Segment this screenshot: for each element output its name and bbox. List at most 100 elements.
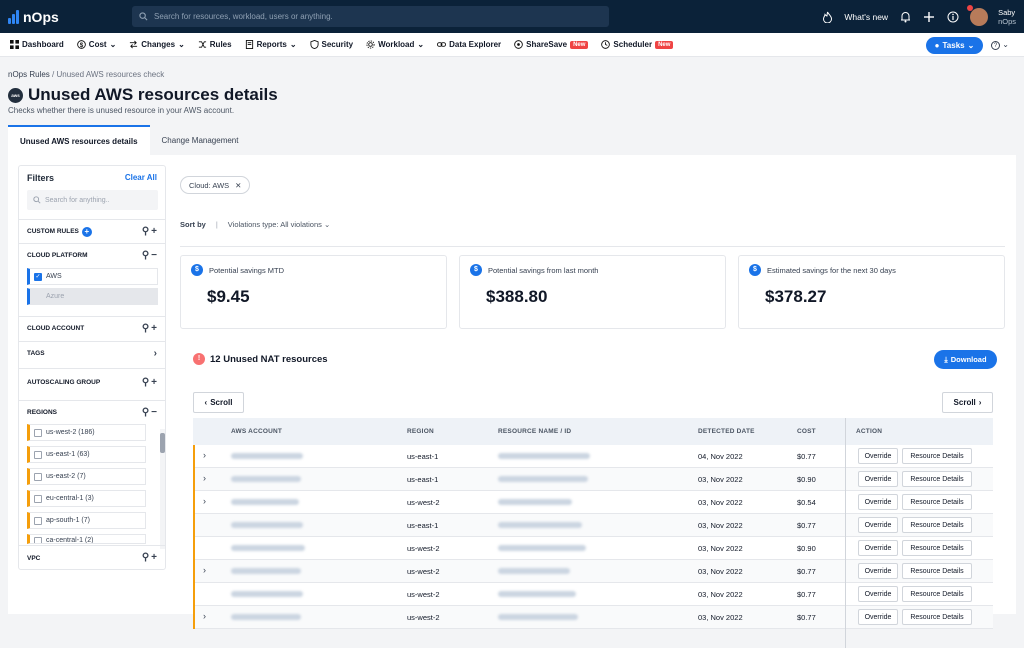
nav-security[interactable]: Security	[309, 40, 353, 49]
filter-section-custom-rules[interactable]: CUSTOM RULES + ⚲ +	[19, 219, 165, 243]
table-row[interactable]: › us-east-1 03, Nov 2022 $0.90 Override Resou…	[193, 468, 993, 491]
override-button[interactable]: Override	[858, 563, 898, 579]
table-row[interactable]: › us-west-2 03, Nov 2022 $0.77 Override Resou…	[193, 606, 993, 629]
col-resource-name[interactable]: RESOURCE NAME / ID	[498, 428, 571, 435]
nav-data-explorer[interactable]: Data Explorer	[437, 40, 501, 49]
col-aws-account[interactable]: AWS ACCOUNT	[231, 428, 282, 435]
platform-option-aws[interactable]: ✓ AWS	[27, 268, 158, 285]
platform-option-azure[interactable]: Azure	[27, 288, 158, 305]
search-icon[interactable]: ⚲	[142, 377, 149, 388]
nav-scheduler[interactable]: Scheduler New	[601, 40, 674, 49]
expand-chevron-icon[interactable]: ›	[203, 473, 206, 483]
minus-icon[interactable]: −	[151, 407, 157, 418]
download-button[interactable]: ⤓ Download	[934, 350, 997, 369]
region-option[interactable]: ca-central-1 (2)	[27, 534, 146, 544]
override-button[interactable]: Override	[858, 471, 898, 487]
search-icon[interactable]: ⚲	[142, 323, 149, 334]
checkbox-icon[interactable]	[34, 472, 42, 481]
col-region[interactable]: REGION	[407, 428, 434, 435]
user-menu[interactable]: Saby nOps	[998, 8, 1016, 26]
resource-details-button[interactable]: Resource Details	[902, 609, 972, 625]
checkbox-icon[interactable]	[34, 537, 42, 543]
region-option[interactable]: eu-central-1 (3)	[27, 490, 146, 507]
override-button[interactable]: Override	[858, 609, 898, 625]
plus-icon[interactable]: +	[151, 226, 157, 237]
override-button[interactable]: Override	[858, 586, 898, 602]
resource-details-button[interactable]: Resource Details	[902, 517, 972, 533]
filter-section-cloud-account[interactable]: CLOUD ACCOUNT ⚲ +	[19, 316, 165, 340]
table-row[interactable]: us-east-1 03, Nov 2022 $0.77 Override Resour…	[193, 514, 993, 537]
expand-chevron-icon[interactable]: ›	[203, 450, 206, 460]
table-row[interactable]: us-west-2 03, Nov 2022 $0.90 Override Resour…	[193, 537, 993, 560]
filter-section-tags[interactable]: TAGS ›	[19, 341, 165, 365]
filter-chip[interactable]: Cloud: AWS ✕	[180, 176, 251, 194]
regions-scrollbar[interactable]	[160, 429, 165, 549]
plus-icon[interactable]: +	[151, 323, 157, 334]
override-button[interactable]: Override	[858, 494, 898, 510]
close-icon[interactable]: ✕	[235, 181, 241, 190]
resource-details-button[interactable]: Resource Details	[902, 563, 972, 579]
expand-chevron-icon[interactable]: ›	[203, 496, 206, 506]
search-icon[interactable]: ⚲	[142, 250, 149, 261]
scroll-right-button[interactable]: Scroll ›	[942, 392, 993, 413]
filter-search-input[interactable]: Search for anything..	[27, 190, 158, 210]
region-option[interactable]: us-west-2 (186)	[27, 424, 146, 441]
nav-reports[interactable]: Reports ⌄	[245, 40, 297, 49]
resource-details-button[interactable]: Resource Details	[902, 448, 972, 464]
checkbox-checked-icon[interactable]: ✓	[34, 272, 42, 281]
resource-details-button[interactable]: Resource Details	[902, 471, 972, 487]
checkbox-icon[interactable]	[34, 450, 42, 459]
nav-cost[interactable]: $ Cost ⌄	[76, 40, 116, 49]
search-icon[interactable]: ⚲	[142, 226, 149, 237]
resource-details-button[interactable]: Resource Details	[902, 494, 972, 510]
sort-violations-dropdown[interactable]: Violations type: All violations ⌄	[228, 220, 330, 229]
chevron-right-icon[interactable]: ›	[154, 348, 157, 359]
col-detected-date[interactable]: DETECTED DATE	[698, 428, 755, 435]
checkbox-icon[interactable]	[34, 428, 42, 437]
expand-chevron-icon[interactable]: ›	[203, 611, 206, 621]
expand-chevron-icon[interactable]: ›	[203, 565, 206, 575]
global-search-input[interactable]: Search for resources, workload, users or…	[132, 6, 609, 27]
override-button[interactable]: Override	[858, 517, 898, 533]
bell-icon[interactable]	[898, 10, 912, 24]
override-button[interactable]: Override	[858, 540, 898, 556]
nav-workload[interactable]: Workload ⌄	[366, 40, 424, 49]
override-button[interactable]: Override	[858, 448, 898, 464]
filter-section-regions[interactable]: REGIONS ⚲ −	[19, 400, 165, 424]
tab-change-management[interactable]: Change Management	[150, 125, 251, 155]
table-row[interactable]: › us-west-2 03, Nov 2022 $0.54 Override Resou…	[193, 491, 993, 514]
region-option[interactable]: us-east-2 (7)	[27, 468, 146, 485]
table-row[interactable]: us-west-2 03, Nov 2022 $0.77 Override Resour…	[193, 583, 993, 606]
flame-icon[interactable]	[820, 10, 834, 24]
info-icon[interactable]	[946, 10, 960, 24]
add-custom-rule-icon[interactable]: +	[81, 226, 92, 237]
table-row[interactable]: › us-west-2 03, Nov 2022 $0.77 Override Resou…	[193, 560, 993, 583]
tasks-button[interactable]: ● Tasks ⌄	[926, 37, 983, 54]
breadcrumb-root[interactable]: nOps Rules	[8, 70, 50, 79]
checkbox-icon[interactable]	[34, 516, 42, 525]
table-row[interactable]: › us-east-1 04, Nov 2022 $0.77 Override Resou…	[193, 445, 993, 468]
minus-icon[interactable]: −	[151, 250, 157, 261]
filter-section-autoscaling[interactable]: AUTOSCALING GROUP ⚲ +	[19, 368, 165, 396]
checkbox-icon[interactable]	[34, 292, 42, 301]
scroll-left-button[interactable]: ‹ Scroll	[193, 392, 244, 413]
tab-unused-resources[interactable]: Unused AWS resources details	[8, 125, 150, 155]
nav-sharesave[interactable]: ShareSave New	[514, 40, 589, 49]
filter-section-cloud-platform[interactable]: CLOUD PLATFORM ⚲ −	[19, 243, 165, 267]
region-option[interactable]: ap-south-1 (7)	[27, 512, 146, 529]
resource-details-button[interactable]: Resource Details	[902, 586, 972, 602]
help-menu[interactable]: ? ⌄	[991, 40, 1009, 50]
plus-icon[interactable]	[922, 10, 936, 24]
nops-logo[interactable]: nOps	[8, 9, 123, 25]
resource-details-button[interactable]: Resource Details	[902, 540, 972, 556]
plus-icon[interactable]: +	[151, 552, 157, 563]
clear-all-link[interactable]: Clear All	[125, 173, 157, 182]
search-icon[interactable]: ⚲	[142, 407, 149, 418]
plus-icon[interactable]: +	[151, 377, 157, 388]
nav-rules[interactable]: Rules	[198, 40, 232, 49]
nav-dashboard[interactable]: Dashboard	[10, 40, 64, 49]
search-icon[interactable]: ⚲	[142, 552, 149, 563]
region-option[interactable]: us-east-1 (63)	[27, 446, 146, 463]
avatar[interactable]	[967, 4, 989, 26]
whats-new-link[interactable]: What's new	[844, 12, 888, 22]
